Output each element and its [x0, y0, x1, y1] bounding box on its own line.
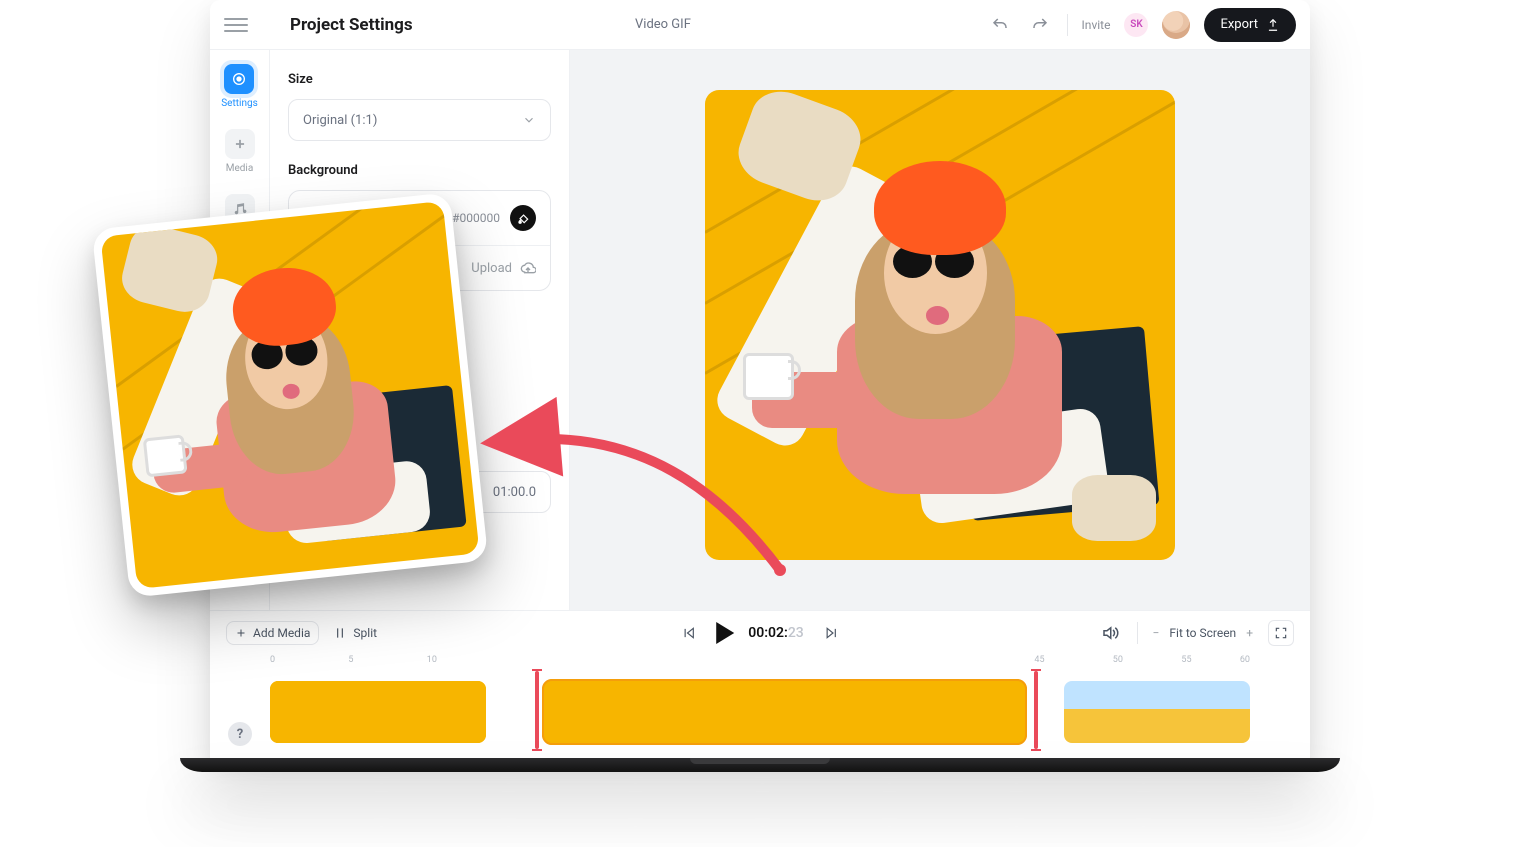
menu-icon[interactable]: [224, 13, 248, 37]
playback-controls: 00:02:23: [676, 620, 844, 646]
plus-icon: [225, 129, 255, 159]
panel-title: Project Settings: [290, 15, 413, 35]
invite-label[interactable]: Invite: [1082, 18, 1111, 32]
ruler-mark: 60: [1240, 655, 1250, 665]
duration-value: 01:00.0: [493, 485, 536, 500]
topbar: Project Settings Video GIF Invite SK Exp…: [210, 0, 1310, 50]
target-icon: [224, 64, 254, 94]
split-button[interactable]: Split: [333, 622, 377, 644]
upload-label: Upload: [471, 261, 512, 276]
export-label: Export: [1220, 17, 1258, 32]
ruler-mark: 50: [1113, 655, 1123, 665]
size-heading: Size: [288, 72, 551, 87]
skip-back-icon[interactable]: [676, 620, 702, 646]
fullscreen-icon[interactable]: [1268, 620, 1294, 646]
ruler-mark: 45: [1034, 655, 1044, 665]
illustration: [705, 90, 1175, 560]
user-initials-badge[interactable]: SK: [1124, 13, 1148, 37]
timeline-clip[interactable]: [1064, 681, 1250, 743]
illustration: [100, 201, 479, 589]
add-media-button[interactable]: Add Media: [226, 621, 319, 645]
timeline-right-controls: − Fit to Screen +: [1097, 620, 1294, 646]
trim-handle-right[interactable]: [1034, 671, 1038, 749]
floating-thumbnail: [92, 192, 489, 598]
ruler-mark: 55: [1181, 655, 1191, 665]
rail-label: Settings: [221, 98, 258, 109]
media-preview[interactable]: [705, 90, 1175, 560]
export-button[interactable]: Export: [1204, 8, 1296, 42]
fit-label[interactable]: Fit to Screen: [1169, 626, 1236, 640]
zoom-in-button[interactable]: +: [1246, 626, 1253, 640]
color-picker-chip[interactable]: [510, 205, 536, 231]
timeline-tracks[interactable]: [270, 675, 1250, 750]
timeline-ruler[interactable]: 0 5 10 45 50 55 60: [270, 655, 1250, 671]
bg-color-hex: #000000: [452, 211, 500, 225]
timeline: Add Media Split 00:02:23: [210, 610, 1310, 760]
split-icon: [333, 626, 347, 640]
canvas[interactable]: [570, 50, 1310, 610]
avatar[interactable]: [1162, 11, 1190, 39]
document-name[interactable]: Video GIF: [635, 17, 691, 32]
rail-item-settings[interactable]: Settings: [221, 64, 258, 109]
trim-handle-left[interactable]: [535, 671, 539, 749]
paint-bucket-icon: [516, 211, 530, 225]
timecode-frames: 23: [788, 625, 804, 641]
timeline-toolbar: Add Media Split 00:02:23: [210, 611, 1310, 655]
topbar-right: Invite SK Export: [987, 8, 1296, 42]
plus-icon: [235, 627, 247, 639]
rail-label: Media: [226, 163, 254, 174]
divider: [1067, 14, 1068, 36]
laptop-base: [180, 758, 1340, 772]
rail-item-media[interactable]: Media: [225, 129, 255, 174]
redo-icon[interactable]: [1027, 12, 1053, 38]
add-media-label: Add Media: [253, 626, 310, 640]
zoom-control: − Fit to Screen +: [1152, 625, 1254, 641]
timecode-main: 00:02:: [748, 625, 788, 641]
divider: [1137, 622, 1138, 644]
undo-icon[interactable]: [987, 12, 1013, 38]
help-button[interactable]: ?: [228, 722, 252, 746]
split-label: Split: [353, 626, 377, 640]
background-heading: Background: [288, 163, 551, 178]
upload-cloud-icon: [520, 260, 536, 276]
timeline-clip-selected[interactable]: [544, 681, 1024, 743]
timecode: 00:02:23: [748, 625, 804, 641]
play-button[interactable]: [716, 622, 734, 644]
chevron-down-icon: [522, 113, 536, 127]
size-value: Original (1:1): [303, 113, 377, 128]
timeline-clip[interactable]: [270, 681, 486, 743]
ruler-mark: 10: [427, 655, 437, 665]
size-select[interactable]: Original (1:1): [288, 99, 551, 141]
zoom-out-button[interactable]: −: [1153, 626, 1160, 640]
volume-icon[interactable]: [1097, 620, 1123, 646]
skip-forward-icon[interactable]: [818, 620, 844, 646]
ruler-mark: 5: [348, 655, 353, 665]
ruler-mark: 0: [270, 655, 275, 665]
